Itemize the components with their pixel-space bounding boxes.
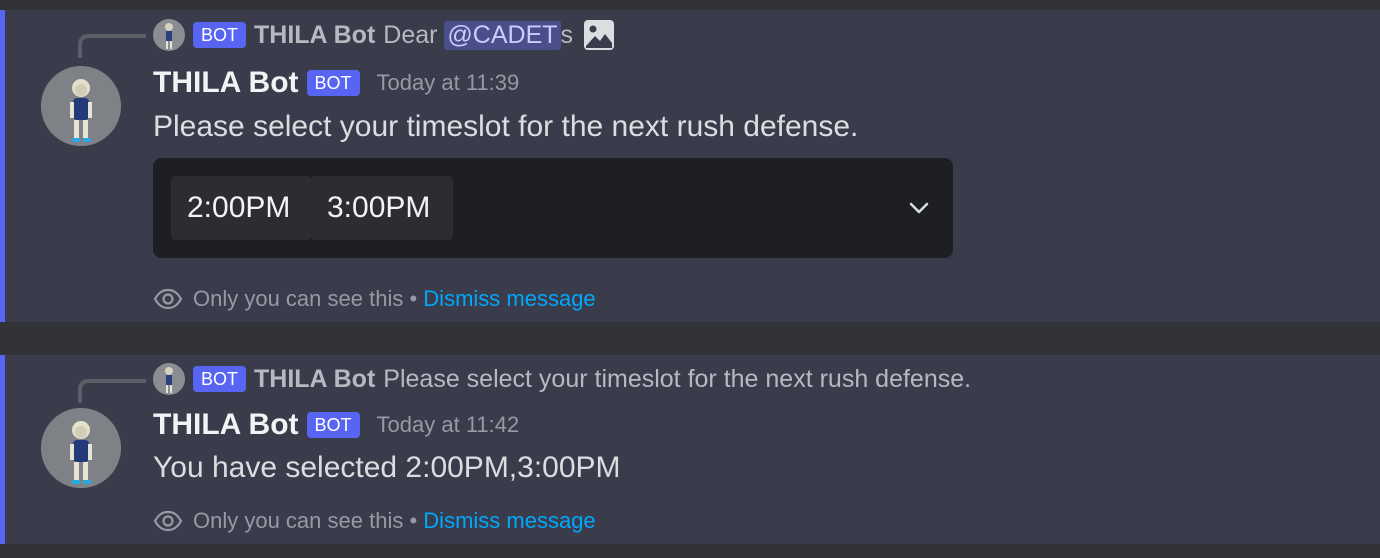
bot-tag: BOT xyxy=(306,412,360,438)
avatar[interactable] xyxy=(41,408,121,488)
user-mention[interactable]: @CADET xyxy=(444,20,561,50)
ephemeral-notice: Only you can see this • Dismiss message xyxy=(153,506,596,536)
image-icon xyxy=(583,19,615,51)
message-1: BOT THILA Bot Dear @CADETs THILA Bot BO xyxy=(0,10,1380,322)
author-name[interactable]: THILA Bot xyxy=(153,408,299,442)
message-2: BOT THILA Bot Please select your timeslo… xyxy=(0,355,1380,544)
reply-avatar xyxy=(153,19,185,51)
message-header: THILA Bot BOT Today at 11:39 xyxy=(153,66,519,100)
eye-icon xyxy=(153,288,183,310)
reply-text-suffix: s xyxy=(560,20,574,49)
reply-preview[interactable]: BOT THILA Bot Please select your timeslo… xyxy=(153,363,972,395)
message-content: Please select your timeslot for the next… xyxy=(153,110,859,143)
reply-text: Dear xyxy=(383,20,438,49)
reply-text: Please select your timeslot for the next… xyxy=(383,364,972,393)
reply-preview[interactable]: BOT THILA Bot Dear @CADET s xyxy=(153,19,615,51)
reply-author[interactable]: THILA Bot xyxy=(254,365,375,394)
reply-spine xyxy=(78,34,146,58)
separator: • xyxy=(409,508,418,533)
eye-icon xyxy=(153,510,183,532)
message-header: THILA Bot BOT Today at 11:42 xyxy=(153,408,519,442)
only-you-text: Only you can see this xyxy=(193,286,404,311)
chevron-down-icon[interactable] xyxy=(907,196,931,220)
message-content: You have selected 2:00PM,3:00PM xyxy=(153,451,621,484)
reply-author[interactable]: THILA Bot xyxy=(254,21,375,50)
avatar[interactable] xyxy=(41,66,121,146)
author-name[interactable]: THILA Bot xyxy=(153,66,299,100)
reply-avatar xyxy=(153,363,185,395)
timestamp: Today at 11:39 xyxy=(376,70,520,95)
dismiss-message-link[interactable]: Dismiss message xyxy=(423,508,595,534)
selected-option-chip[interactable]: 2:00PM xyxy=(171,176,311,240)
reply-bot-tag: BOT xyxy=(193,22,247,48)
reply-spine xyxy=(78,379,146,403)
only-you-text: Only you can see this xyxy=(193,508,404,533)
selected-option-chip[interactable]: 3:00PM xyxy=(311,176,453,240)
dismiss-message-link[interactable]: Dismiss message xyxy=(423,286,595,312)
timestamp: Today at 11:42 xyxy=(376,412,520,437)
separator: • xyxy=(409,286,418,311)
reply-bot-tag: BOT xyxy=(193,366,247,392)
bot-tag: BOT xyxy=(306,70,360,96)
timeslot-select[interactable]: 2:00PM 3:00PM xyxy=(153,158,953,258)
ephemeral-notice: Only you can see this • Dismiss message xyxy=(153,284,596,314)
